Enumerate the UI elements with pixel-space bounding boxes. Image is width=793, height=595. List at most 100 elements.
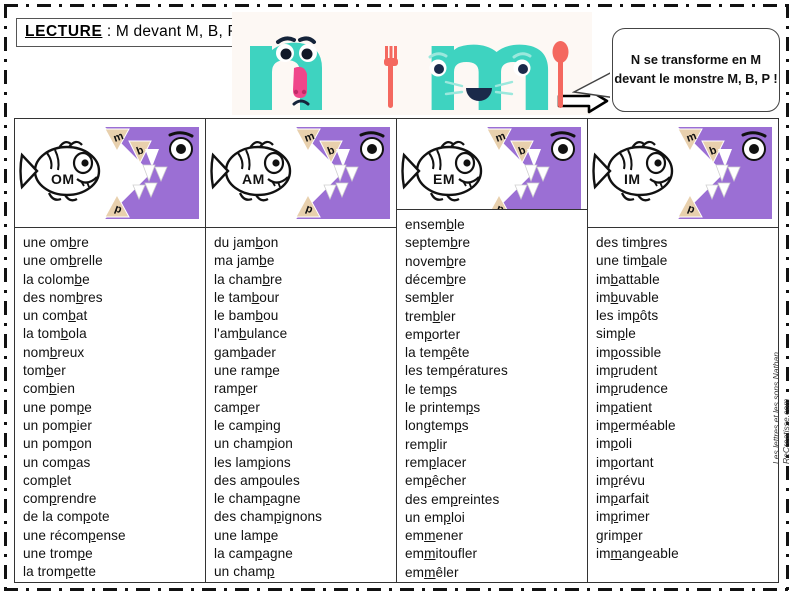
word-item: emporter [405, 326, 461, 342]
word-item: imparfait [596, 491, 650, 507]
word-item: emmitoufler [405, 546, 478, 562]
monster-character: m b p [290, 123, 394, 227]
word-item: une récompense [23, 527, 126, 543]
word-item: imbattable [596, 271, 660, 287]
word-item: emmener [405, 528, 464, 544]
credit-source: Les lettres et les sons Nathan [771, 352, 781, 464]
monster-character: m b p [481, 123, 585, 210]
word-item: la tempête [405, 345, 470, 361]
word-item: le camping [214, 417, 281, 433]
word-item: un champion [214, 436, 293, 452]
word-item: complet [23, 472, 72, 488]
word-table: OM m b p une ombre une ombrelle la colombe… [14, 118, 779, 583]
monster-character: m b p [672, 123, 776, 227]
word-list: du jambon ma jambe la chambre le tambour le … [206, 228, 396, 582]
word-item: combien [23, 381, 76, 397]
word-item: un pompon [23, 436, 92, 452]
word-item: les impôts [596, 308, 659, 324]
word-item: le printemps [405, 400, 481, 416]
page-title-keyword: LECTURE [25, 23, 103, 40]
page-border-right [786, 4, 789, 591]
word-item: important [596, 454, 654, 470]
page-title: LECTURE : M devant M, B, P [16, 18, 250, 47]
page-border-bottom [4, 588, 789, 591]
word-column-am: AM m b p du jambon ma jambe la chambre le t… [206, 119, 397, 582]
letter-m-mascot-icon [384, 41, 569, 110]
word-column-om: OM m b p une ombre une ombrelle la colombe… [15, 119, 206, 582]
word-item: du jambon [214, 235, 279, 250]
header-section: LECTURE : M devant M, B, P N se transfor… [14, 12, 780, 115]
word-item: novembre [405, 253, 467, 269]
word-item: camper [214, 399, 260, 415]
word-item: emmêler [405, 564, 459, 580]
word-item: des timbres [596, 235, 668, 250]
word-item: la trompette [23, 564, 96, 580]
word-item: une rampe [214, 363, 280, 379]
word-item: gambader [214, 344, 277, 360]
word-item: des empreintes [405, 491, 500, 507]
word-item: imprimer [596, 509, 650, 525]
fish-icon [592, 140, 674, 202]
word-list: une ombre une ombrelle la colombe des nombr… [15, 228, 205, 582]
credit-note: Les lettres et les sons Nathan ReCreatis… [771, 352, 791, 464]
word-item: le bambou [214, 308, 279, 324]
monster-icon: m b p [677, 127, 772, 219]
word-item: un pompier [23, 417, 93, 433]
word-item: ramper [214, 381, 258, 397]
fork-icon [384, 46, 398, 108]
word-item: imbuvable [596, 289, 659, 305]
word-item: une ombrelle [23, 253, 103, 269]
letter-mascots-illustration [232, 12, 609, 115]
word-item: imprudence [596, 381, 669, 397]
fish-icon [210, 140, 292, 202]
word-item: des champignons [214, 509, 323, 525]
word-item: décembre [405, 271, 467, 287]
credit-site: ReCreatisse.com [781, 398, 791, 464]
word-item: un compas [23, 454, 91, 470]
word-item: un champ [214, 564, 275, 580]
word-item: sembler [405, 290, 455, 306]
illustration-cell: IM m b p [588, 119, 778, 228]
word-item: les températures [405, 363, 508, 379]
word-item: la tombola [23, 326, 87, 342]
word-item: le tambour [214, 289, 280, 305]
word-item: impossible [596, 344, 662, 360]
word-item: les lampions [214, 454, 291, 470]
letter-n-mascot-icon [250, 36, 322, 110]
word-item: impoli [596, 436, 633, 452]
word-item: grimper [596, 527, 643, 543]
word-item: une ombre [23, 235, 89, 250]
word-list: des timbres une timbale imbattable imbuvabl… [588, 228, 778, 582]
spoon-icon [552, 41, 569, 108]
fish-sound-label: OM [51, 171, 75, 187]
word-item: remplacer [405, 454, 467, 470]
word-item: des ampoules [214, 472, 300, 488]
page-border-top [4, 4, 789, 7]
word-item: le champagne [214, 491, 301, 507]
word-item: l'ambulance [214, 326, 288, 342]
page-title-subject: : M devant M, B, P [102, 23, 239, 40]
word-item: imprudent [596, 363, 658, 379]
illustration-cell: AM m b p [206, 119, 396, 228]
word-item: comprendre [23, 491, 97, 507]
word-item: imprévu [596, 472, 646, 488]
speech-bubble-text: N se transforme en M devant le monstre M… [614, 52, 778, 86]
word-item: ma jambe [214, 253, 275, 269]
fish-icon [401, 140, 483, 202]
word-item: un emploi [405, 509, 465, 525]
monster-character: m b p [99, 123, 203, 227]
monster-icon: m b p [486, 127, 581, 210]
word-item: tomber [23, 363, 66, 379]
monster-icon: m b p [104, 127, 199, 219]
page-border-left [4, 4, 7, 591]
word-item: trembler [405, 308, 456, 324]
word-item: une trompe [23, 546, 93, 562]
word-item: empêcher [405, 473, 467, 489]
word-item: simple [596, 326, 636, 342]
word-item: imperméable [596, 417, 676, 433]
speech-bubble: N se transforme en M devant le monstre M… [612, 28, 780, 112]
word-column-em: EM m b p ensemble septembre novembre décemb… [397, 119, 588, 582]
word-item: la chambre [214, 271, 283, 287]
fish-icon [19, 140, 101, 202]
word-item: longtemps [405, 418, 469, 434]
